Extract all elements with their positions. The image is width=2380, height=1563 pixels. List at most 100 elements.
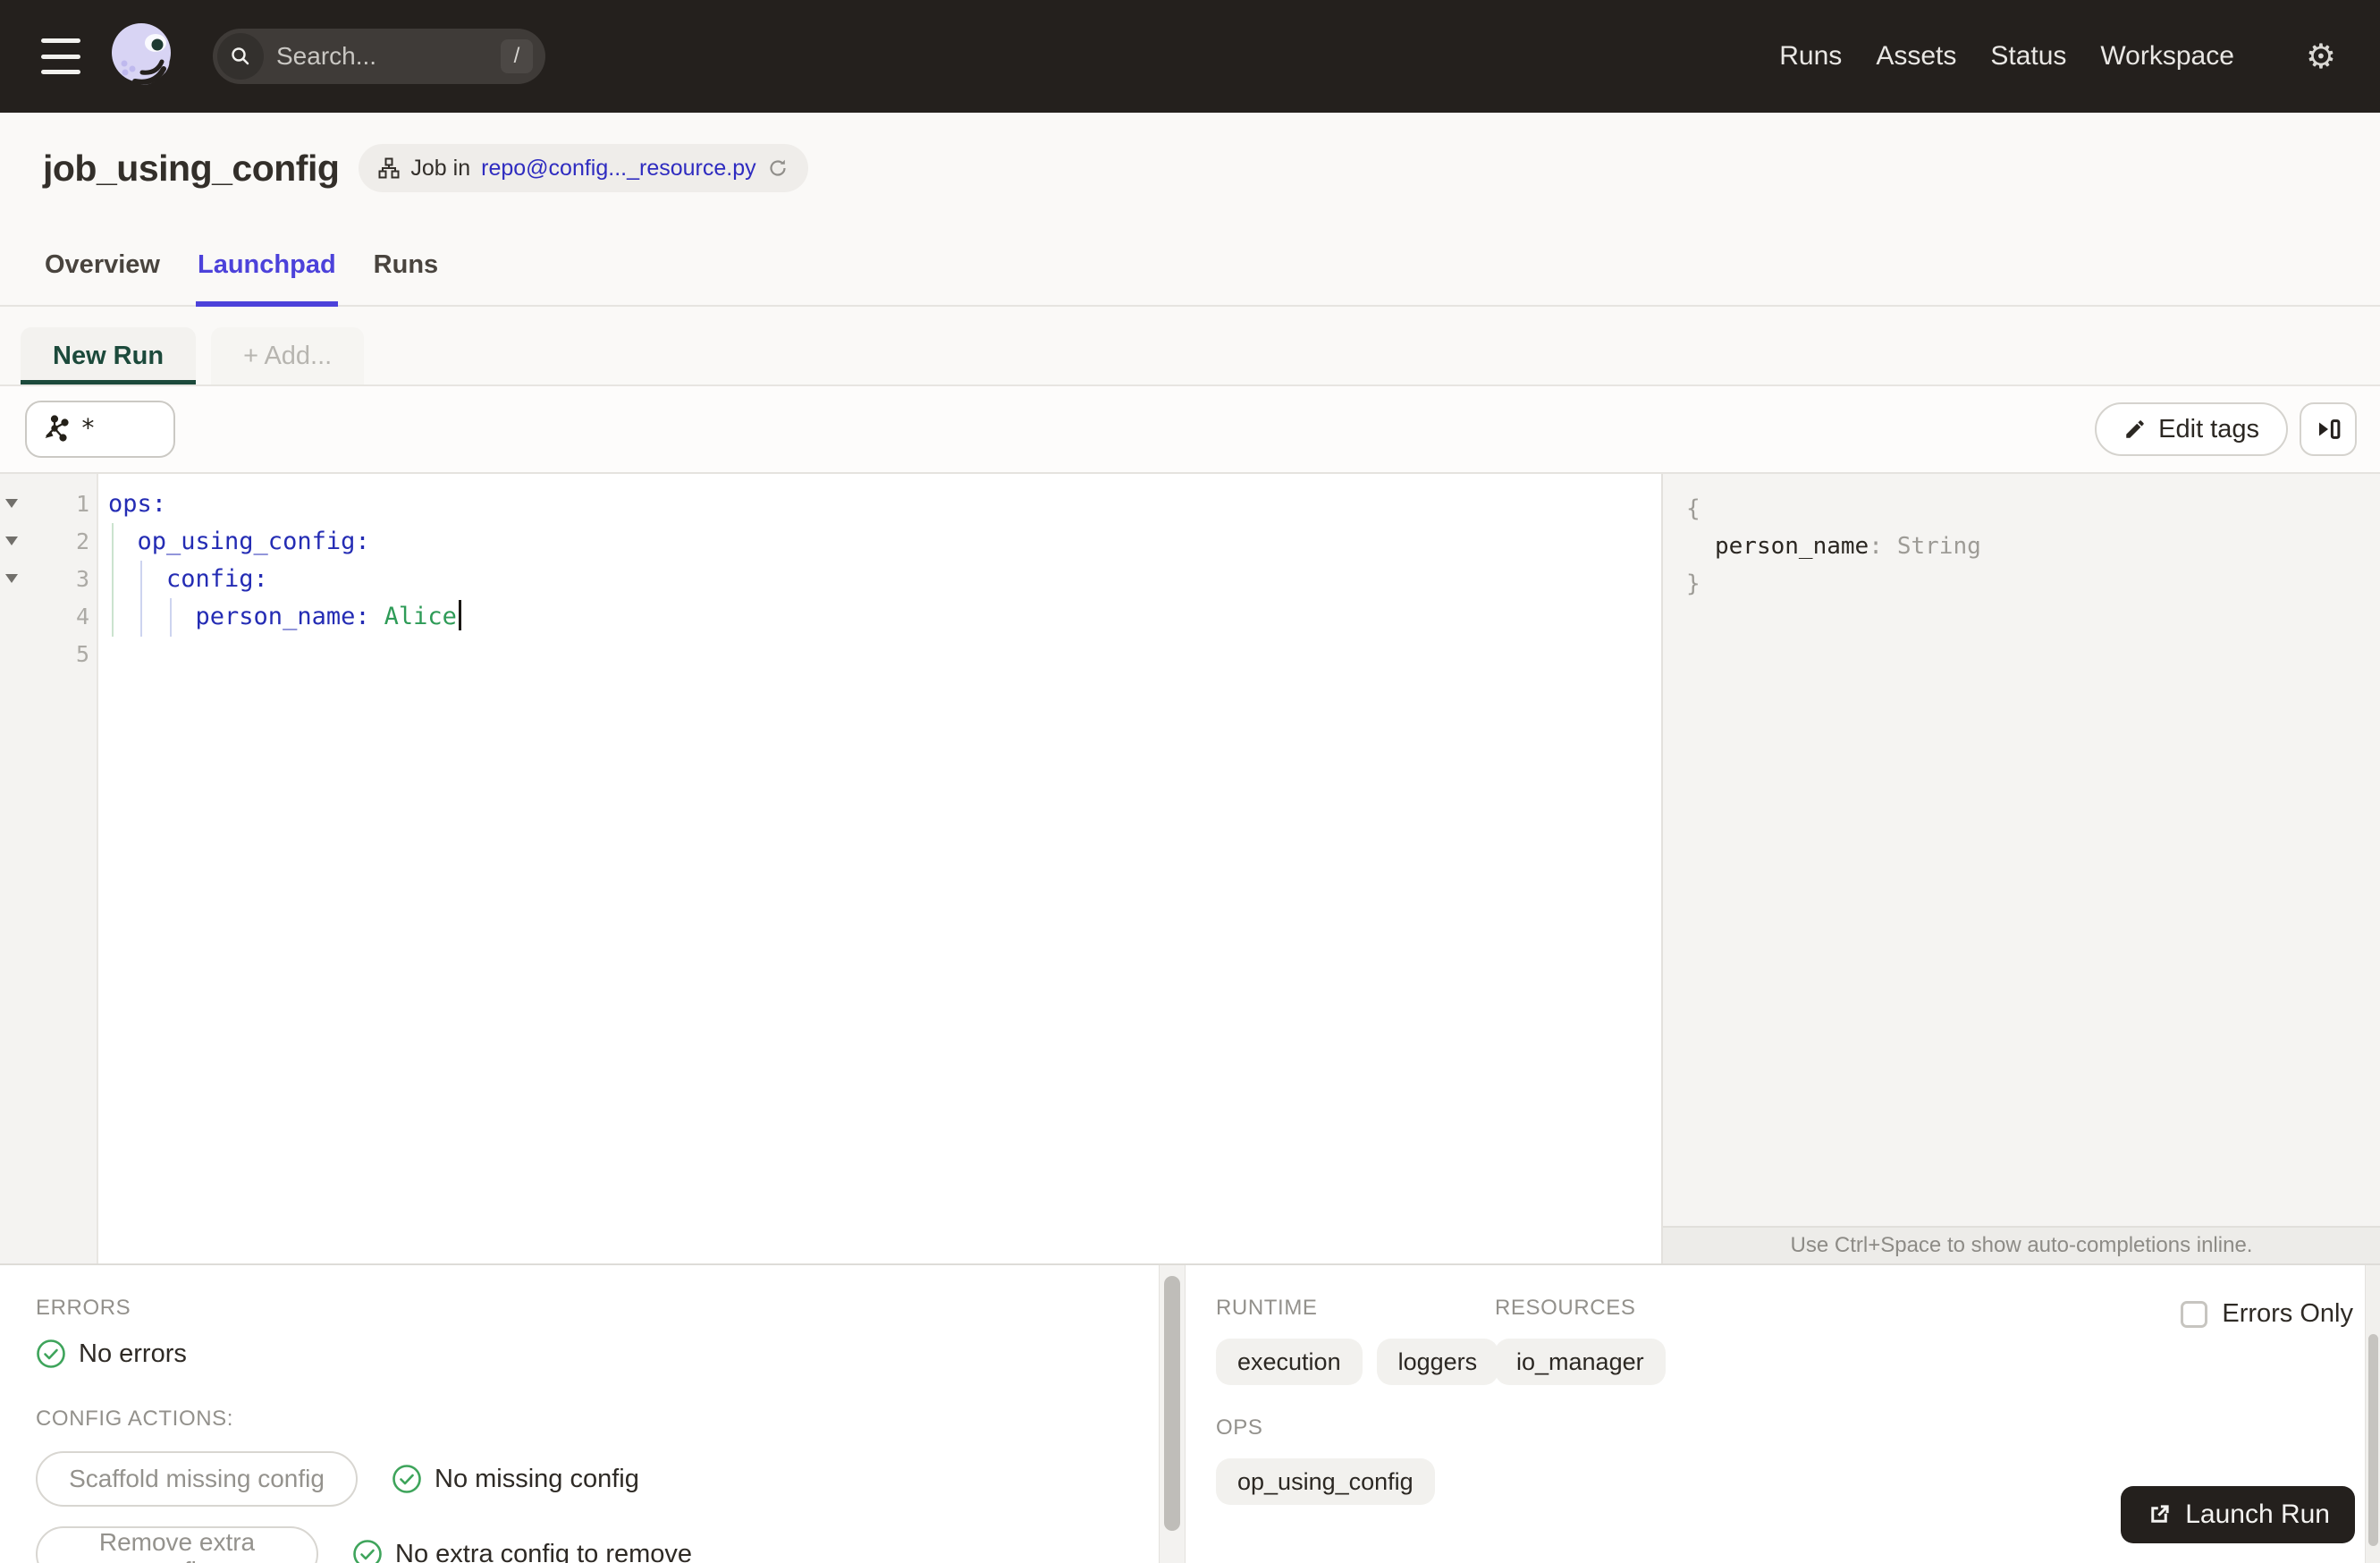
fold-arrow-icon[interactable] <box>5 499 18 508</box>
schema-code: { person_name: String } <box>1663 474 2380 1226</box>
no-errors-text: No errors <box>79 1339 187 1368</box>
no-extra-config-row: No extra config to remove <box>352 1539 692 1563</box>
menu-icon[interactable] <box>41 38 82 74</box>
check-circle-icon <box>37 1339 65 1368</box>
errors-label: ERRORS <box>36 1296 131 1320</box>
page-title: job_using_config <box>43 147 340 189</box>
search-icon <box>217 33 264 80</box>
schema-key[interactable]: person_name <box>1715 533 1869 560</box>
line-number: 3 <box>75 566 89 592</box>
no-extra-config-text: No extra config to remove <box>395 1539 693 1563</box>
edit-tags-button[interactable]: Edit tags <box>2095 402 2288 456</box>
repo-link[interactable]: repo@config..._resource.py <box>481 156 755 182</box>
text-cursor <box>458 600 461 630</box>
badge-prefix: Job in <box>410 155 471 181</box>
schema-type: String <box>1896 533 1981 560</box>
op-selector-icon <box>45 415 69 442</box>
config-schema-panel: { person_name: String } Use Ctrl+Space to… <box>1661 474 2380 1263</box>
op-selector-input[interactable]: * <box>25 401 175 458</box>
gear-icon[interactable]: ⚙ <box>2306 37 2336 76</box>
launch-icon <box>2151 1505 2169 1523</box>
errors-only-checkbox[interactable] <box>2181 1300 2208 1328</box>
editor-gutter: 1 2 3 4 5 <box>0 474 98 1263</box>
ops-chip-op-using-config[interactable]: op_using_config <box>1216 1458 1435 1505</box>
scaffold-missing-config-button[interactable]: Scaffold missing config <box>36 1451 358 1507</box>
yaml-line: config: <box>108 565 268 593</box>
dagster-logo[interactable] <box>107 19 179 94</box>
bottom-right-scrollbar[interactable] <box>2365 1265 2380 1563</box>
line-number: 4 <box>75 604 89 629</box>
run-preview-section: RUNTIME execution loggers RESOURCES io_m… <box>1186 1265 2380 1563</box>
launchpad-session-tabs: New Run + Add... <box>0 307 2380 386</box>
scrollbar-thumb[interactable] <box>2368 1334 2378 1546</box>
yaml-line <box>108 636 1661 673</box>
nav-assets[interactable]: Assets <box>1876 41 1956 72</box>
runtime-label: RUNTIME <box>1216 1296 1318 1320</box>
nav-workspace[interactable]: Workspace <box>2100 41 2234 72</box>
resources-chip-io-manager[interactable]: io_manager <box>1495 1339 1666 1385</box>
indent-guide <box>112 523 114 637</box>
runtime-chip-execution[interactable]: execution <box>1216 1339 1363 1385</box>
session-tab-add[interactable]: + Add... <box>211 327 365 384</box>
schema-field: person_name: String <box>1715 533 1981 560</box>
line-number: 5 <box>75 641 89 667</box>
tab-runs[interactable]: Runs <box>372 250 441 305</box>
split-panel-icon <box>2319 419 2341 439</box>
yaml-line: person_name: Alice <box>108 598 1661 636</box>
top-nav: Runs Assets Status Workspace ⚙ <box>1779 37 2336 76</box>
session-tab-new-run[interactable]: New Run <box>21 327 197 384</box>
yaml-editor-area[interactable]: ops: op_using_config: config: person_nam… <box>98 474 1661 1263</box>
nav-runs[interactable]: Runs <box>1779 41 1842 72</box>
job-repo-badge: Job in repo@config..._resource.py <box>359 144 808 192</box>
launch-run-button[interactable]: Launch Run <box>2121 1486 2355 1543</box>
pencil-icon <box>2126 420 2144 438</box>
edit-tags-label: Edit tags <box>2158 414 2259 444</box>
fold-arrow-icon[interactable] <box>5 574 18 583</box>
indent-guide <box>140 561 142 637</box>
no-errors-row: No errors <box>36 1339 1159 1369</box>
errors-only-label: Errors Only <box>2222 1299 2353 1328</box>
search-shortcut-badge: / <box>501 39 533 73</box>
job-tabs: Overview Launchpad Runs <box>0 224 2380 307</box>
check-circle-icon <box>392 1465 421 1493</box>
fold-arrow-icon[interactable] <box>5 536 18 545</box>
global-search[interactable]: / <box>213 29 545 84</box>
ops-label: OPS <box>1216 1415 1263 1440</box>
errors-only-toggle[interactable]: Errors Only <box>2181 1299 2353 1329</box>
no-missing-config-row: No missing config <box>392 1464 639 1494</box>
reload-icon[interactable] <box>767 157 789 179</box>
runtime-chip-loggers[interactable]: loggers <box>1376 1339 1499 1385</box>
yaml-line: ops: <box>108 490 167 518</box>
op-selector-value: * <box>80 412 96 443</box>
title-bar: job_using_config Job in repo@config..._r… <box>0 113 2380 224</box>
line-number: 1 <box>75 491 89 517</box>
launchpad-toolbar: * Edit tags <box>0 386 2380 474</box>
line-number: 2 <box>75 528 89 554</box>
bottom-panel: ERRORS No errors CONFIG ACTIONS: Scaffol… <box>0 1263 2380 1563</box>
job-graph-icon <box>378 157 400 179</box>
config-actions-label: CONFIG ACTIONS: <box>36 1407 234 1431</box>
schema-open-brace: { <box>1686 495 1701 522</box>
config-editor: 1 2 3 4 5 ops: op_using_config: config: … <box>0 474 1661 1263</box>
resources-column: RESOURCES io_manager <box>1495 1296 1666 1385</box>
indent-guide <box>170 598 172 637</box>
launchpad-main: 1 2 3 4 5 ops: op_using_config: config: … <box>0 474 2380 1263</box>
check-circle-icon <box>353 1540 382 1563</box>
tab-overview[interactable]: Overview <box>43 250 162 305</box>
errors-section: ERRORS No errors CONFIG ACTIONS: Scaffol… <box>0 1265 1159 1563</box>
nav-status[interactable]: Status <box>1990 41 2066 72</box>
scrollbar-thumb[interactable] <box>1164 1276 1180 1531</box>
toggle-second-panel-button[interactable] <box>2300 402 2357 456</box>
no-missing-config-text: No missing config <box>435 1464 639 1493</box>
bottom-left-scrollbar[interactable] <box>1159 1265 1186 1563</box>
autocomplete-hint: Use Ctrl+Space to show auto-completions … <box>1663 1226 2380 1263</box>
schema-close-brace: } <box>1686 570 1701 597</box>
remove-extra-row: Remove extra config No extra config to r… <box>36 1526 1159 1563</box>
remove-extra-config-button[interactable]: Remove extra config <box>36 1526 318 1563</box>
yaml-line: op_using_config: <box>108 528 370 555</box>
launch-run-label: Launch Run <box>2185 1500 2330 1529</box>
search-input[interactable] <box>276 42 473 71</box>
tab-launchpad[interactable]: Launchpad <box>195 250 338 307</box>
scaffold-row: Scaffold missing config No missing confi… <box>36 1451 1159 1507</box>
app-header: / Runs Assets Status Workspace ⚙ <box>0 0 2380 113</box>
